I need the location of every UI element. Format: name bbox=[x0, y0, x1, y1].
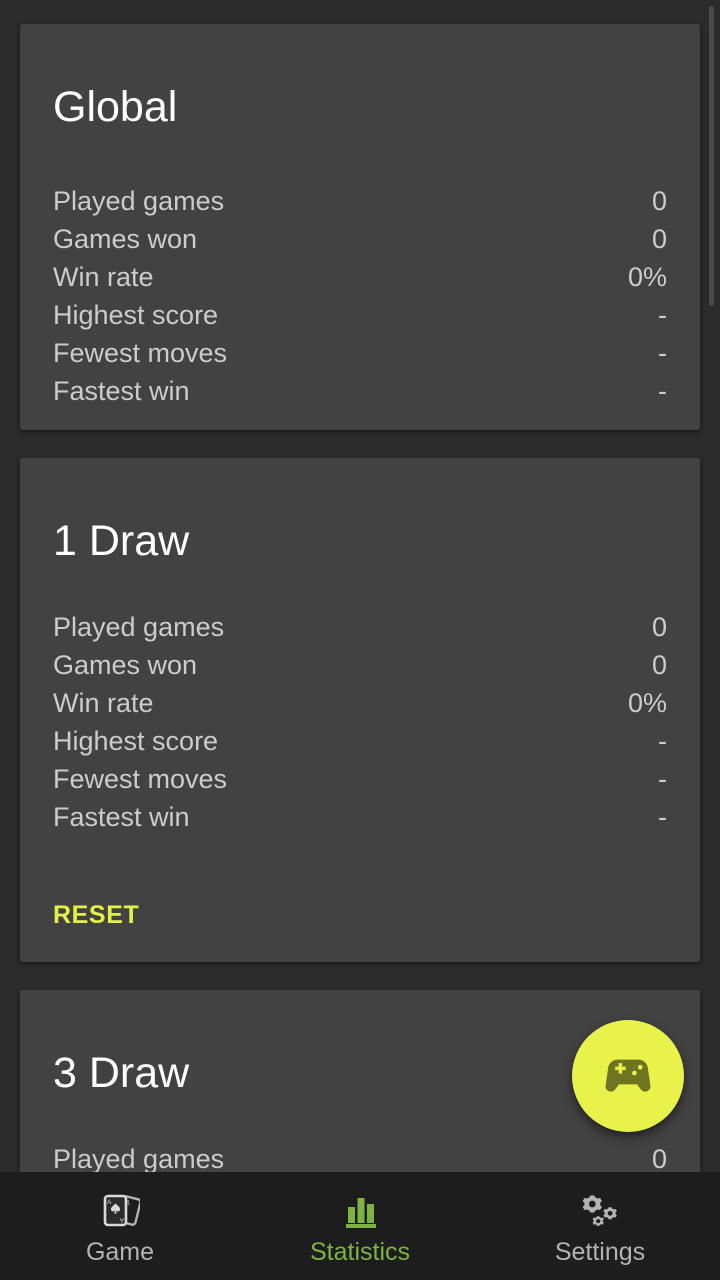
stats-card-global: Global Played games 0 Games won 0 Win ra… bbox=[20, 24, 700, 430]
stat-value: - bbox=[658, 338, 667, 368]
stat-label: Played games bbox=[53, 186, 225, 216]
nav-label-settings: Settings bbox=[554, 1238, 646, 1266]
stat-value: - bbox=[658, 376, 667, 406]
stat-row-highest-score: Highest score - bbox=[53, 296, 667, 334]
nav-item-game[interactable]: A A A Game bbox=[0, 1172, 240, 1280]
bottom-navigation: A A A Game Statistics Settings bbox=[0, 1172, 720, 1280]
stat-label: Highest score bbox=[53, 726, 219, 756]
stat-value: - bbox=[658, 300, 667, 330]
stat-value: 0 bbox=[651, 1144, 667, 1172]
card-title-three-draw: 3 Draw bbox=[53, 1049, 190, 1097]
svg-text:A: A bbox=[107, 1199, 112, 1206]
reset-button-one-draw[interactable]: RESET bbox=[53, 901, 139, 930]
nav-label-game: Game bbox=[85, 1238, 155, 1266]
stat-row-games-won: Games won 0 bbox=[53, 220, 667, 258]
stat-label: Played games bbox=[53, 612, 225, 642]
stat-row-games-won: Games won 0 bbox=[53, 646, 667, 684]
stat-label: Win rate bbox=[53, 262, 154, 292]
gamepad-icon bbox=[600, 1048, 656, 1104]
stat-row-fastest-win: Fastest win - bbox=[53, 798, 667, 836]
card-title-global: Global bbox=[53, 83, 178, 131]
playing-cards-icon: A A A bbox=[100, 1191, 140, 1233]
stat-label: Fastest win bbox=[53, 802, 190, 832]
bar-chart-icon bbox=[338, 1191, 382, 1233]
stat-row-played-games: Played games 0 bbox=[53, 1140, 667, 1172]
stat-value: - bbox=[658, 726, 667, 756]
stat-row-fastest-win: Fastest win - bbox=[53, 372, 667, 410]
nav-label-statistics: Statistics bbox=[309, 1238, 411, 1266]
stat-value: 0 bbox=[651, 650, 667, 680]
new-game-fab[interactable] bbox=[572, 1020, 684, 1132]
stat-label: Fewest moves bbox=[53, 764, 228, 794]
scrollbar-thumb[interactable] bbox=[709, 6, 714, 306]
stat-label: Games won bbox=[53, 224, 198, 254]
stat-row-played-games: Played games 0 bbox=[53, 608, 667, 646]
card-title-one-draw: 1 Draw bbox=[53, 517, 190, 565]
stat-row-highest-score: Highest score - bbox=[53, 722, 667, 760]
stat-value: 0 bbox=[651, 224, 667, 254]
stat-value: 0% bbox=[627, 688, 667, 718]
stat-label: Win rate bbox=[53, 688, 154, 718]
nav-item-statistics[interactable]: Statistics bbox=[240, 1172, 480, 1280]
stats-list-one-draw: Played games 0 Games won 0 Win rate 0% H… bbox=[53, 608, 667, 836]
stat-value: 0 bbox=[651, 186, 667, 216]
stats-list-three-draw: Played games 0 Games won 0 Win rate 0% H… bbox=[53, 1140, 667, 1172]
stat-row-fewest-moves: Fewest moves - bbox=[53, 334, 667, 372]
stat-label: Games won bbox=[53, 650, 198, 680]
stat-row-fewest-moves: Fewest moves - bbox=[53, 760, 667, 798]
stat-value: - bbox=[658, 764, 667, 794]
stat-label: Played games bbox=[53, 1144, 225, 1172]
stat-row-win-rate: Win rate 0% bbox=[53, 258, 667, 296]
stat-row-played-games: Played games 0 bbox=[53, 182, 667, 220]
nav-item-settings[interactable]: Settings bbox=[480, 1172, 720, 1280]
stats-card-one-draw: 1 Draw Played games 0 Games won 0 Win ra… bbox=[20, 458, 700, 962]
stat-value: 0 bbox=[651, 612, 667, 642]
stat-value: - bbox=[658, 802, 667, 832]
stat-label: Fastest win bbox=[53, 376, 190, 406]
statistics-screen: Global Played games 0 Games won 0 Win ra… bbox=[0, 0, 720, 1280]
stat-label: Fewest moves bbox=[53, 338, 228, 368]
stat-value: 0% bbox=[627, 262, 667, 292]
gears-icon bbox=[578, 1191, 622, 1233]
stats-list-global: Played games 0 Games won 0 Win rate 0% H… bbox=[53, 182, 667, 410]
svg-text:A: A bbox=[119, 1216, 124, 1223]
scrollbar-track[interactable] bbox=[709, 0, 717, 1172]
stat-row-win-rate: Win rate 0% bbox=[53, 684, 667, 722]
statistics-scroll-area[interactable]: Global Played games 0 Games won 0 Win ra… bbox=[0, 0, 720, 1172]
stat-label: Highest score bbox=[53, 300, 219, 330]
